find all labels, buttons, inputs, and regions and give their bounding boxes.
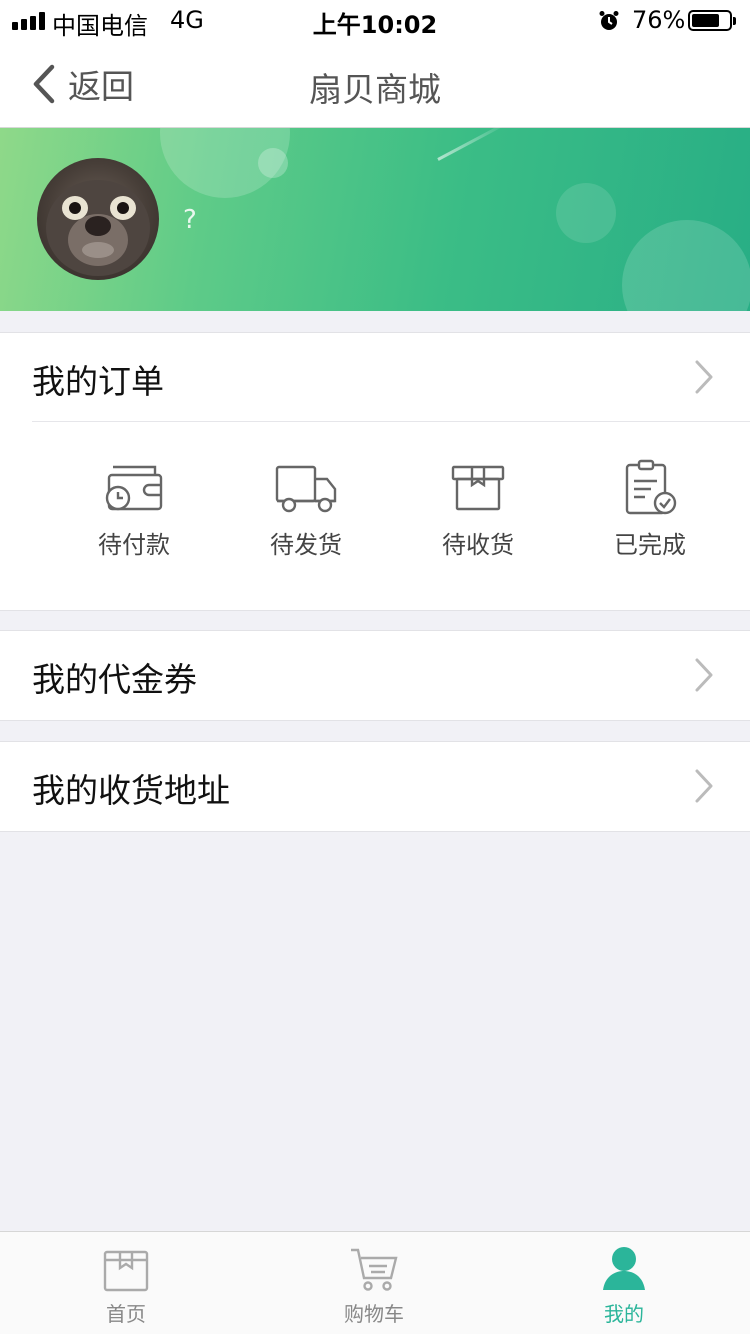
divider	[32, 421, 750, 422]
my-orders-label: 我的订单	[32, 362, 164, 401]
app-screen: 中国电信 4G 上午10:02 76% 返回 扇贝商城 ? 我的订单 待付款 待…	[0, 0, 750, 1334]
chevron-right-icon	[695, 658, 713, 692]
status-label: 待付款	[98, 531, 170, 559]
my-vouchers-label: 我的代金券	[32, 660, 197, 699]
status-bar: 中国电信 4G 上午10:02 76%	[0, 0, 750, 40]
nav-bar: 返回 扇贝商城	[0, 40, 750, 128]
alarm-icon	[599, 11, 619, 30]
status-label: 待收货	[442, 531, 514, 559]
tab-me[interactable]: 我的	[564, 1244, 684, 1327]
status-pending-payment[interactable]: 待付款	[74, 457, 194, 560]
status-pending-shipment[interactable]: 待发货	[246, 457, 366, 560]
tab-label: 我的	[604, 1302, 644, 1326]
addresses-card: 我的收货地址	[0, 741, 750, 832]
vouchers-card: 我的代金券	[0, 630, 750, 721]
chevron-right-icon	[695, 360, 713, 394]
order-status-row: 待付款 待发货 待收货 已完成	[0, 423, 750, 609]
my-vouchers-row[interactable]: 我的代金券	[0, 631, 750, 719]
battery-icon	[688, 10, 736, 31]
tab-label: 购物车	[344, 1302, 404, 1326]
cart-icon	[351, 1248, 398, 1291]
tab-home[interactable]: 首页	[66, 1244, 186, 1327]
my-addresses-label: 我的收货地址	[32, 771, 230, 810]
my-addresses-row[interactable]: 我的收货地址	[0, 742, 750, 830]
status-label: 待发货	[270, 531, 342, 559]
tab-bar: 首页 购物车 我的	[0, 1231, 750, 1334]
package-icon	[451, 465, 505, 511]
cat-avatar-image	[46, 180, 150, 276]
truck-icon	[275, 465, 337, 513]
tab-cart[interactable]: 购物车	[314, 1244, 434, 1327]
tab-label: 首页	[106, 1302, 146, 1326]
page-title: 扇贝商城	[309, 70, 441, 109]
status-label: 已完成	[614, 531, 686, 559]
status-pending-receipt[interactable]: 待收货	[418, 457, 538, 560]
username[interactable]: ?	[183, 205, 197, 235]
chevron-right-icon	[695, 769, 713, 803]
box-icon	[103, 1250, 149, 1292]
status-completed[interactable]: 已完成	[590, 457, 710, 560]
orders-card: 我的订单 待付款 待发货 待收货 已完成	[0, 332, 750, 611]
wallet-clock-icon	[105, 465, 163, 511]
user-icon	[603, 1247, 645, 1290]
my-orders-row[interactable]: 我的订单	[0, 333, 750, 421]
clipboard-check-icon	[625, 459, 677, 515]
battery-percent: 76%	[632, 6, 686, 34]
battery-fill	[692, 14, 720, 27]
avatar[interactable]	[37, 158, 159, 280]
